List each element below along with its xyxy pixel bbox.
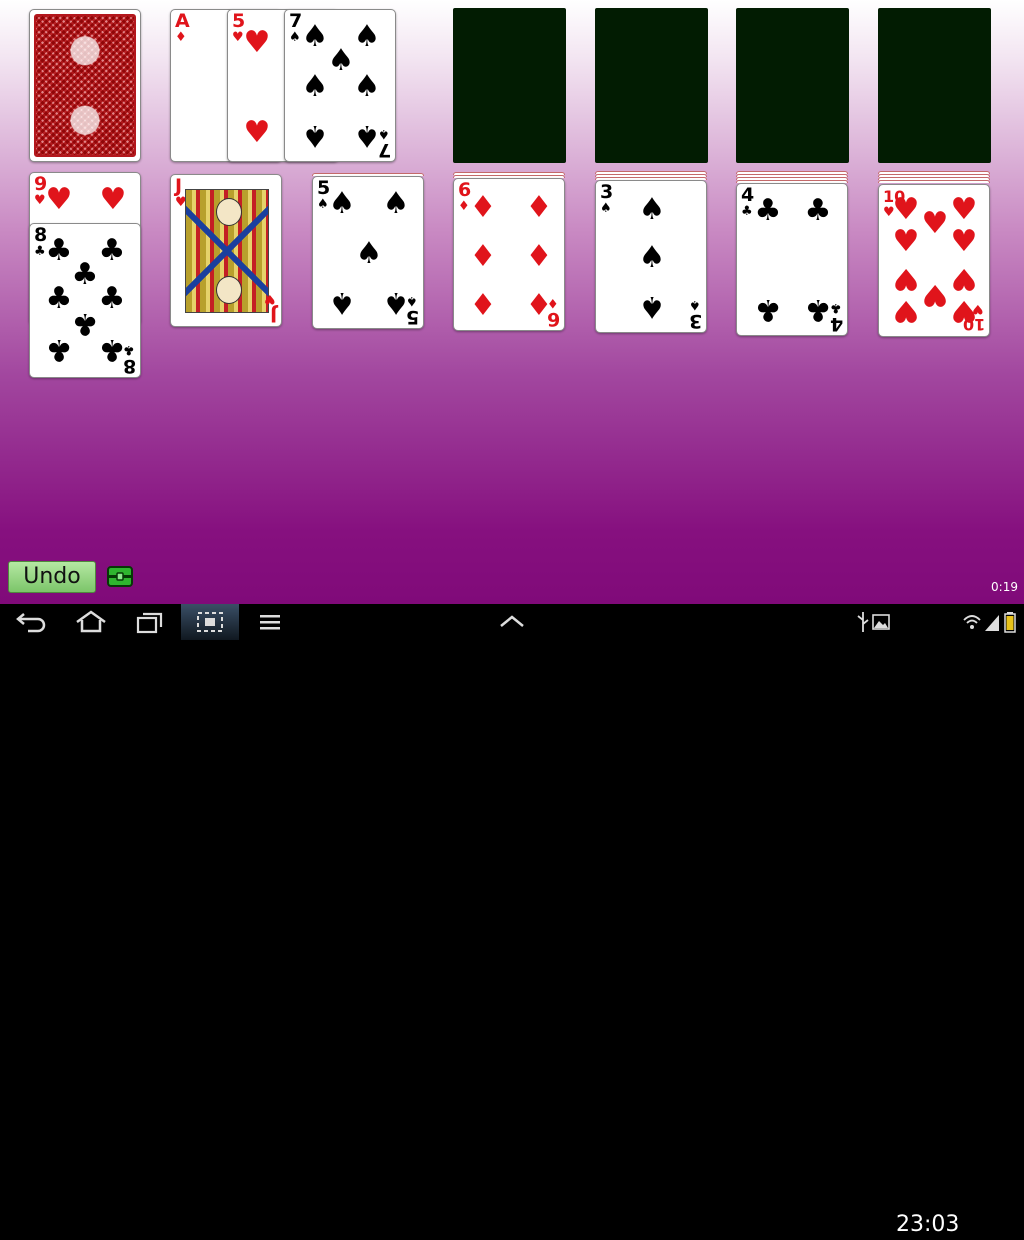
suit-pip: ♠ xyxy=(353,19,381,54)
suit-pip: ♦ xyxy=(469,239,497,274)
card-suit: ♠ xyxy=(600,201,612,216)
suit-pip: ♥ xyxy=(99,182,127,217)
suit-pip: ♣ xyxy=(71,306,99,341)
screenshot-icon[interactable] xyxy=(196,610,224,634)
card-suit-corner: ♠ xyxy=(689,297,701,312)
suit-pip: ♥ xyxy=(950,192,978,227)
card-suit: ♦ xyxy=(175,30,187,45)
suit-pip: ♠ xyxy=(638,240,666,275)
suit-pip: ♠ xyxy=(353,69,381,104)
card-suit: ♠ xyxy=(289,30,301,45)
waste-top-card[interactable]: 7 ♠ ♠ ♠ ♠ ♠ ♠ ♠ ♠ 7 ♠ xyxy=(284,9,396,162)
jack-face-art xyxy=(185,189,269,313)
undo-button[interactable]: Undo xyxy=(8,561,96,593)
suit-pip: ♣ xyxy=(754,292,782,327)
tableau-4-top-card[interactable]: 6 ♦ ♦ ♦ ♦ ♦ ♦ ♦ 6 ♦ xyxy=(453,178,565,331)
card-suit-corner: ♠ xyxy=(406,293,418,308)
card-rank-corner: 4 xyxy=(829,313,843,335)
suit-pip: ♥ xyxy=(892,192,920,227)
suit-pip: ♣ xyxy=(71,257,99,292)
suit-pip: ♥ xyxy=(892,293,920,328)
suit-pip: ♣ xyxy=(98,233,126,268)
card-suit: ♣ xyxy=(741,204,753,219)
suit-pip: ♥ xyxy=(243,25,271,60)
card-suit-corner: ♦ xyxy=(547,295,559,310)
card-rank-corner: 6 xyxy=(546,308,560,330)
game-timer: 0:19 xyxy=(991,580,1018,594)
suit-pip: ♦ xyxy=(469,190,497,225)
suit-pip: ♠ xyxy=(301,118,329,153)
stock-pile[interactable] xyxy=(29,9,141,162)
card-rank-corner: J xyxy=(269,304,277,326)
suit-pip: ♥ xyxy=(950,261,978,296)
suit-pip: ♥ xyxy=(892,261,920,296)
game-table: A ♦ 5 ♥ ♥ ♥ 7 ♠ ♠ ♠ ♠ ♠ ♠ ♠ ♠ 7 ♠ 9 ♥ ♥ … xyxy=(0,0,1024,604)
card-rank-corner: 5 xyxy=(405,306,419,328)
tableau-7-top-card[interactable]: 10 ♥ ♥ ♥ ♥ ♥ ♥ ♥ ♥ ♥ ♥ ♥ 10 ♥ xyxy=(878,184,990,337)
tableau-1-top-card[interactable]: 8 ♣ ♣ ♣ ♣ ♣ ♣ ♣ ♣ ♣ 8 ♣ xyxy=(29,223,141,378)
menu-icon[interactable] xyxy=(258,610,282,634)
suit-pip: ♦ xyxy=(469,288,497,323)
home-icon[interactable] xyxy=(74,610,108,634)
suit-pip: ♠ xyxy=(355,236,383,271)
system-navigation-bar: 23:03 xyxy=(0,604,1024,1237)
suit-pip: ♠ xyxy=(638,289,666,324)
suit-pip: ♣ xyxy=(45,332,73,367)
suit-pip: ♣ xyxy=(98,281,126,316)
image-icon xyxy=(872,614,890,630)
suit-pip: ♥ xyxy=(45,182,73,217)
status-clock: 23:03 xyxy=(896,1212,960,1237)
up-chevron-icon[interactable] xyxy=(498,610,526,634)
tableau-7-stack-edge xyxy=(878,180,990,183)
jack-head-bottom xyxy=(216,276,242,304)
foundation-slot-3[interactable] xyxy=(736,8,849,163)
card-rank: A xyxy=(175,10,190,32)
recent-apps-icon[interactable] xyxy=(135,610,165,634)
card-suit-corner: ♥ xyxy=(264,291,276,306)
suit-pip: ♦ xyxy=(525,239,553,274)
wifi-icon xyxy=(963,615,981,629)
chest-icon[interactable] xyxy=(107,566,133,587)
card-suit-corner: ♣ xyxy=(123,342,135,357)
tableau-3-top-card[interactable]: 5 ♠ ♠ ♠ ♠ ♠ ♠ 5 ♠ xyxy=(312,176,424,329)
suit-pip: ♠ xyxy=(382,186,410,221)
card-suit-corner: ♠ xyxy=(378,126,390,141)
back-icon[interactable] xyxy=(14,610,48,634)
tableau-2-top-card[interactable]: J ♥ J ♥ xyxy=(170,174,282,327)
jack-head-top xyxy=(216,198,242,226)
card-rank-corner: 10 xyxy=(962,315,985,334)
tableau-6-top-card[interactable]: 4 ♣ ♣ ♣ ♣ ♣ 4 ♣ xyxy=(736,183,848,336)
card-rank-corner: 8 xyxy=(122,355,136,377)
card-back-pattern xyxy=(34,14,136,157)
suit-pip: ♦ xyxy=(525,190,553,225)
foundation-slot-1[interactable] xyxy=(453,8,566,163)
foundation-slot-4[interactable] xyxy=(878,8,991,163)
battery-icon xyxy=(1004,612,1016,633)
suit-pip: ♣ xyxy=(804,292,832,327)
suit-pip: ♥ xyxy=(950,224,978,259)
suit-pip: ♠ xyxy=(638,192,666,227)
suit-pip: ♥ xyxy=(921,277,949,312)
usb-icon xyxy=(857,612,869,632)
suit-pip: ♣ xyxy=(804,193,832,228)
card-suit-corner: ♥ xyxy=(972,301,984,316)
suit-pip: ♠ xyxy=(328,186,356,221)
suit-pip: ♥ xyxy=(892,224,920,259)
card-rank-corner: 7 xyxy=(377,139,391,161)
card-suit-corner: ♣ xyxy=(830,300,842,315)
suit-pip: ♣ xyxy=(754,193,782,228)
suit-pip: ♠ xyxy=(301,69,329,104)
suit-pip: ♠ xyxy=(328,285,356,320)
card-rank: 3 xyxy=(600,181,614,203)
signal-icon xyxy=(985,615,999,631)
card-rank: J xyxy=(175,175,183,197)
tableau-5-top-card[interactable]: 3 ♠ ♠ ♠ ♠ 3 ♠ xyxy=(595,180,707,333)
suit-pip: ♥ xyxy=(921,206,949,241)
foundation-slot-2[interactable] xyxy=(595,8,708,163)
card-rank-corner: 3 xyxy=(688,310,702,332)
suit-pip: ♥ xyxy=(243,115,271,150)
